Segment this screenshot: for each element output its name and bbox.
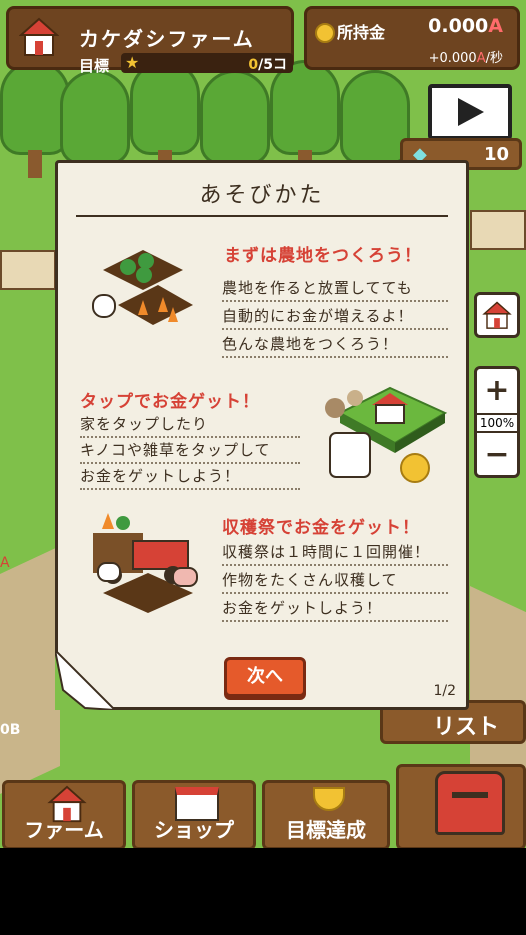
coin-icon	[315, 23, 335, 43]
trophy-icon	[313, 787, 345, 811]
section-2-heading: タップでお金ゲット！	[80, 392, 260, 412]
tap-illustration	[320, 373, 450, 493]
barn-shortcut-button[interactable]	[474, 292, 520, 338]
section-1-line: 自動的にお金が増えるよ！	[222, 305, 448, 330]
next-button[interactable]: 次へ	[224, 657, 306, 697]
mailbox-icon	[435, 771, 505, 835]
section-2-line: 家をタップしたり	[80, 413, 300, 438]
play-icon	[458, 98, 484, 126]
section-3-line: 収穫祭は１時間に１回開催！	[222, 541, 448, 566]
section-3-heading: 収穫祭でお金をゲット！	[222, 518, 420, 538]
section-2-line: キノコや雑草をタップして	[80, 439, 300, 464]
mailbox-button[interactable]	[396, 764, 526, 848]
nav-farm-button[interactable]: ファーム	[2, 780, 126, 848]
how-to-play-dialog: あそびかた まずは農地をつくろう！ 農地を作ると放置してても 自動的にお金が増え…	[53, 160, 469, 712]
zoom-controls: + 100% −	[474, 366, 520, 478]
page-curl	[53, 646, 118, 712]
edge-label-b: 0B	[0, 722, 21, 738]
money-rate: +0.000A/秒	[428, 51, 503, 66]
barn-icon	[18, 17, 60, 59]
nav-goals-button[interactable]: 目標達成	[262, 780, 390, 848]
section-2-line: お金をゲットしよう！	[80, 465, 300, 490]
section-3-line: 作物をたくさん収穫して	[222, 569, 448, 594]
dialog-title: あそびかた	[199, 183, 325, 208]
divider	[76, 215, 448, 217]
zoom-in-button[interactable]: +	[477, 369, 517, 413]
zoom-level: 100%	[477, 413, 517, 433]
nav-shop-button[interactable]: ショップ	[132, 780, 256, 848]
page-indicator: 1/2	[433, 683, 456, 699]
section-1-line: 農地を作ると放置してても	[222, 277, 448, 302]
farm-info-panel[interactable]: カケダシファーム 目標 ★ 0/5コ	[6, 6, 294, 75]
zoom-out-button[interactable]: −	[477, 433, 517, 477]
dirt-path	[0, 546, 60, 794]
edge-label-a: A	[0, 555, 10, 571]
video-reward-button[interactable]	[428, 84, 512, 140]
goal-progress-bar: ★ 0/5コ	[121, 53, 293, 73]
goal-count: 0/5コ	[248, 57, 287, 73]
harvest-illustration	[78, 493, 213, 628]
star-icon: ★	[125, 53, 140, 72]
nav-farm-label: ファーム	[24, 818, 104, 842]
list-label: リスト	[433, 715, 500, 740]
nav-shop-label: ショップ	[154, 818, 234, 842]
farm-field[interactable]: A 0B カケダシファーム 目標 ★ 0/5コ 所持金 0.000A +0.00…	[0, 0, 526, 848]
goal-label: 目標	[79, 57, 110, 75]
section-1-line: 色んな農地をつくろう！	[222, 333, 448, 358]
fence	[470, 210, 526, 250]
section-3-line: お金をゲットしよう！	[222, 597, 448, 622]
nav-goals-label: 目標達成	[286, 818, 366, 842]
farm-name: カケダシファーム	[79, 27, 255, 51]
farmland-illustration	[88, 245, 198, 345]
section-1-heading: まずは農地をつくろう！	[224, 246, 422, 266]
money-panel: 所持金 0.000A +0.000A/秒	[304, 6, 520, 70]
fence	[0, 250, 56, 290]
barn-icon	[482, 301, 512, 329]
money-value: 0.000A	[428, 15, 503, 37]
money-label: 所持金	[337, 23, 386, 42]
gem-count: 10	[483, 144, 509, 165]
